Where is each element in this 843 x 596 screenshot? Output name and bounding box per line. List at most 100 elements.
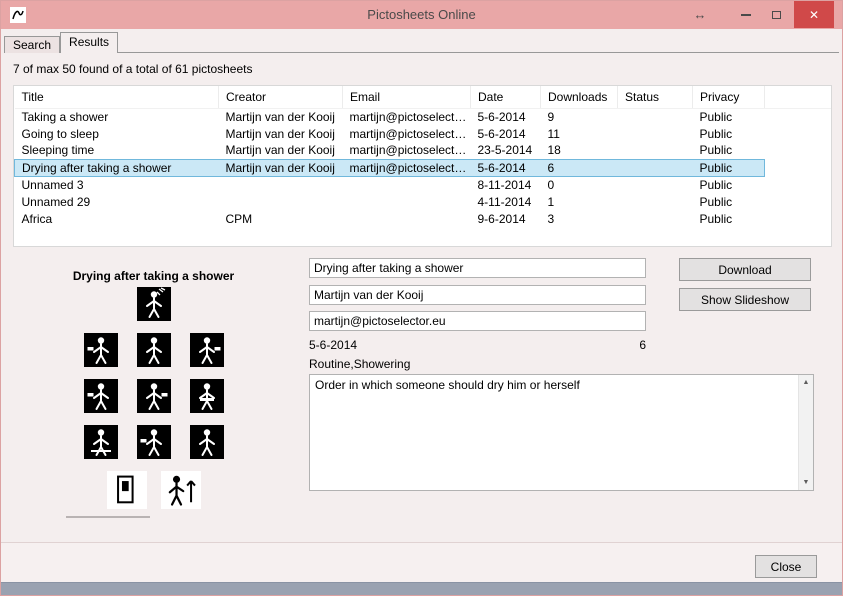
cell-filler: [765, 193, 832, 210]
table-row[interactable]: Sleeping timeMartijn van der Kooijmartij…: [15, 142, 832, 159]
title-field[interactable]: [309, 258, 646, 278]
maximize-button[interactable]: [762, 1, 790, 28]
pictogram-row: [56, 379, 251, 413]
cell-creator: Martijn van der Kooij: [219, 125, 343, 142]
pictogram-row: [56, 287, 251, 321]
column-header-date[interactable]: Date: [471, 86, 541, 108]
cell-status: [618, 108, 693, 125]
cell-title: Taking a shower: [15, 108, 219, 125]
cell-creator: [219, 193, 343, 210]
cell-privacy: Public: [693, 125, 765, 142]
towel-right-pictogram-icon: [190, 333, 224, 367]
cell-email: martijn@pictoselect…: [343, 108, 471, 125]
cell-status: [618, 159, 693, 176]
maximize-icon: [772, 11, 781, 19]
close-window-button[interactable]: ✕: [794, 1, 834, 28]
cell-privacy: Public: [693, 176, 765, 193]
column-header-status[interactable]: Status: [618, 86, 693, 108]
cell-filler: [765, 159, 832, 176]
column-header-downloads[interactable]: Downloads: [541, 86, 618, 108]
table-row[interactable]: Going to sleepMartijn van der Kooijmarti…: [15, 125, 832, 142]
cell-status: [618, 142, 693, 159]
results-list[interactable]: TitleCreatorEmailDateDownloadsStatusPriv…: [13, 85, 832, 247]
preview-title: Drying after taking a shower: [56, 269, 251, 283]
fine-print-line: [66, 516, 150, 518]
cell-creator: CPM: [219, 210, 343, 227]
cell-creator: [219, 176, 343, 193]
cell-privacy: Public: [693, 159, 765, 176]
download-button[interactable]: Download: [679, 258, 811, 281]
door-pictogram-icon: [107, 471, 147, 509]
cell-email: [343, 210, 471, 227]
results-summary: 7 of max 50 found of a total of 61 picto…: [13, 62, 253, 76]
cell-date: 5-6-2014: [471, 108, 541, 125]
cell-privacy: Public: [693, 108, 765, 125]
description-text: Order in which someone should dry him or…: [315, 378, 793, 392]
cell-date: 5-6-2014: [471, 159, 541, 176]
pictogram-row: [56, 333, 251, 367]
person-pictogram-icon: [137, 333, 171, 367]
cell-email: martijn@pictoselect…: [343, 142, 471, 159]
description-box[interactable]: Order in which someone should dry him or…: [309, 374, 814, 491]
cell-title: Africa: [15, 210, 219, 227]
results-table: TitleCreatorEmailDateDownloadsStatusPriv…: [14, 86, 832, 227]
cell-downloads: 6: [541, 159, 618, 176]
email-field[interactable]: [309, 311, 646, 331]
description-scrollbar[interactable]: ▲ ▼: [798, 375, 813, 490]
shower-pictogram-icon: [137, 287, 171, 321]
creator-field[interactable]: [309, 285, 646, 305]
cell-title: Sleeping time: [15, 142, 219, 159]
pictosheet-preview: Drying after taking a shower: [56, 269, 251, 518]
cell-title: Unnamed 29: [15, 193, 219, 210]
tab-bar: SearchResults: [4, 32, 118, 53]
minimize-button[interactable]: [732, 1, 760, 28]
window-title: Pictosheets Online: [1, 7, 842, 22]
cell-privacy: Public: [693, 210, 765, 227]
cell-email: [343, 176, 471, 193]
cell-email: martijn@pictoselect…: [343, 159, 471, 176]
pictosheets-online-window: Pictosheets Online ↔ ✕ SearchResults 7 o…: [0, 0, 843, 596]
towel-left-pictogram-icon: [84, 333, 118, 367]
column-header-privacy[interactable]: Privacy: [693, 86, 765, 108]
person-pictogram-icon: [190, 425, 224, 459]
towel-right-pictogram-icon: [137, 379, 171, 413]
close-icon: ✕: [809, 8, 819, 22]
table-row[interactable]: Unnamed 38-11-20140Public: [15, 176, 832, 193]
table-row[interactable]: Drying after taking a showerMartijn van …: [15, 159, 832, 176]
cell-status: [618, 125, 693, 142]
cell-privacy: Public: [693, 142, 765, 159]
expand-button[interactable]: ↔: [686, 1, 714, 28]
date-label: 5-6-2014: [309, 338, 357, 352]
cell-date: 4-11-2014: [471, 193, 541, 210]
column-header-email[interactable]: Email: [343, 86, 471, 108]
horizontal-arrows-icon: ↔: [694, 7, 707, 22]
column-header-creator[interactable]: Creator: [219, 86, 343, 108]
show-slideshow-button[interactable]: Show Slideshow: [679, 288, 811, 311]
table-header-row: TitleCreatorEmailDateDownloadsStatusPriv…: [15, 86, 832, 108]
cell-email: [343, 193, 471, 210]
scroll-up-icon[interactable]: ▲: [799, 375, 813, 390]
table-row[interactable]: Unnamed 294-11-20141Public: [15, 193, 832, 210]
towel-waist-pictogram-icon: [190, 379, 224, 413]
close-button[interactable]: Close: [755, 555, 817, 578]
tab-results[interactable]: Results: [60, 32, 118, 53]
window-bottom-edge: [1, 582, 842, 595]
scroll-down-icon[interactable]: ▼: [799, 475, 813, 490]
pictogram-row: [56, 425, 251, 459]
cell-status: [618, 176, 693, 193]
cell-date: 5-6-2014: [471, 125, 541, 142]
cell-date: 8-11-2014: [471, 176, 541, 193]
tab-search[interactable]: Search: [4, 36, 60, 53]
cell-downloads: 0: [541, 176, 618, 193]
cell-title: Going to sleep: [15, 125, 219, 142]
cell-filler: [765, 176, 832, 193]
table-row[interactable]: Taking a showerMartijn van der Kooijmart…: [15, 108, 832, 125]
towel-left-pictogram-icon: [84, 379, 118, 413]
categories-label: Routine,Showering: [309, 357, 410, 371]
column-header-title[interactable]: Title: [15, 86, 219, 108]
cell-downloads: 18: [541, 142, 618, 159]
cell-filler: [765, 210, 832, 227]
table-row[interactable]: AfricaCPM9-6-20143Public: [15, 210, 832, 227]
titlebar[interactable]: Pictosheets Online ↔ ✕: [1, 1, 842, 29]
cell-email: martijn@pictoselect…: [343, 125, 471, 142]
